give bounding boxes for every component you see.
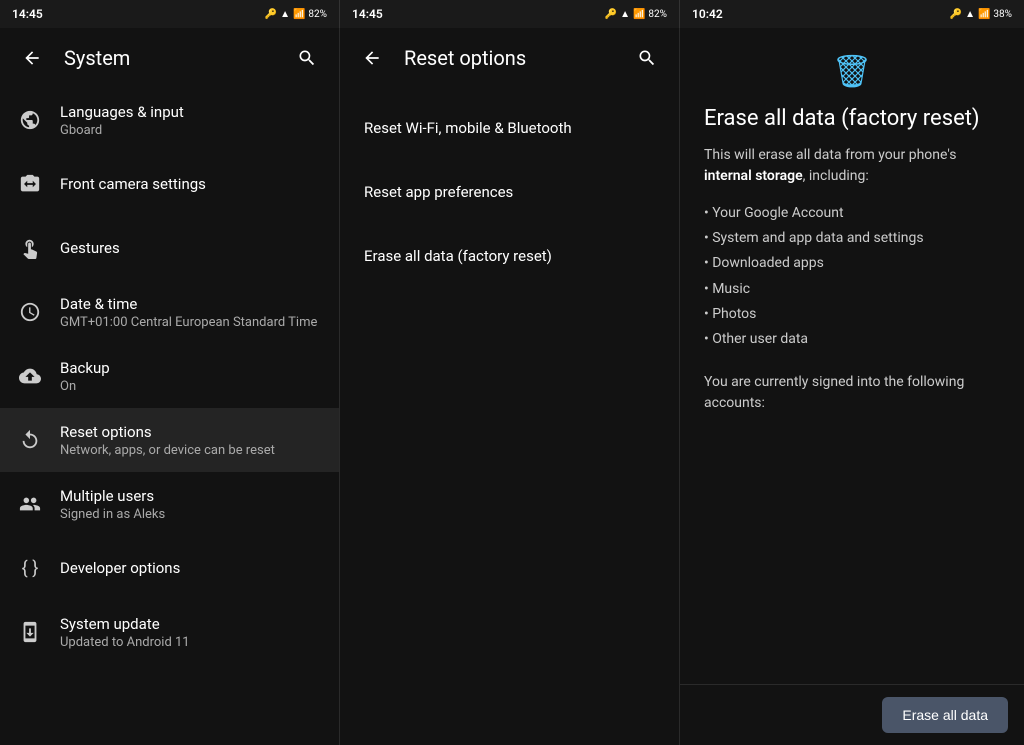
- camera-front-icon: [16, 170, 44, 198]
- system-update-title: System update: [60, 615, 190, 633]
- settings-list: Languages & input Gboard Front camera se…: [0, 88, 339, 745]
- wifi-icon-2: ▲: [620, 9, 630, 20]
- languages-title: Languages & input: [60, 103, 184, 121]
- clock-icon: [16, 298, 44, 326]
- erase-list-items: • Your Google Account • System and app d…: [704, 201, 1000, 352]
- erase-accounts-text: You are currently signed into the follow…: [704, 372, 1000, 414]
- multiple-users-subtitle: Signed in as Aleks: [60, 507, 165, 522]
- users-icon: [16, 490, 44, 518]
- sidebar-item-developer[interactable]: { } Developer options: [0, 536, 339, 600]
- reset-search-button[interactable]: [631, 42, 663, 74]
- erase-list-item-4: • Music: [704, 277, 1000, 302]
- sidebar-item-multiple-users[interactable]: Multiple users Signed in as Aleks: [0, 472, 339, 536]
- battery-text-1: 82%: [308, 9, 327, 20]
- sidebar-item-reset-options[interactable]: Reset options Network, apps, or device c…: [0, 408, 339, 472]
- sidebar-item-front-camera[interactable]: Front camera settings: [0, 152, 339, 216]
- factory-reset-label: Erase all data (factory reset): [364, 247, 552, 265]
- sidebar-item-gestures[interactable]: Gestures: [0, 216, 339, 280]
- front-camera-title: Front camera settings: [60, 175, 206, 193]
- main-content: System Languages & input Gboard: [0, 28, 1024, 745]
- system-title: System: [64, 46, 275, 70]
- sidebar-item-backup[interactable]: Backup On: [0, 344, 339, 408]
- factory-reset-item[interactable]: Erase all data (factory reset): [340, 224, 679, 288]
- battery-text-3: 38%: [993, 9, 1012, 20]
- status-icons-3: 🔑 ▲ 📶 38%: [950, 9, 1012, 20]
- developer-title: Developer options: [60, 559, 180, 577]
- date-time-subtitle: GMT+01:00 Central European Standard Time: [60, 315, 317, 330]
- system-update-icon: [16, 618, 44, 646]
- signal-icon-2: 📶: [633, 9, 645, 20]
- backup-subtitle: On: [60, 379, 110, 394]
- time-1: 14:45: [12, 7, 43, 21]
- panel-system: System Languages & input Gboard: [0, 28, 340, 745]
- languages-subtitle: Gboard: [60, 123, 184, 138]
- sidebar-item-system-update[interactable]: System update Updated to Android 11: [0, 600, 339, 664]
- erase-list-item-5: • Photos: [704, 302, 1000, 327]
- reset-app-prefs-label: Reset app preferences: [364, 183, 513, 201]
- erase-list-item-1: • Your Google Account: [704, 201, 1000, 226]
- erase-all-data-button[interactable]: Erase all data: [882, 697, 1008, 733]
- erase-list-item-6: • Other user data: [704, 327, 1000, 352]
- reset-wifi-label: Reset Wi-Fi, mobile & Bluetooth: [364, 119, 572, 137]
- reset-options-title: Reset options: [60, 423, 275, 441]
- erase-desc-post: , including:: [803, 168, 869, 184]
- gestures-title: Gestures: [60, 239, 120, 257]
- status-panel-1: 14:45 🔑 ▲ 📶 82%: [0, 0, 340, 28]
- trash-icon: 🗑: [832, 52, 873, 90]
- erase-title: Erase all data (factory reset): [704, 106, 1000, 131]
- system-header: System: [0, 28, 339, 88]
- reset-options-subtitle: Network, apps, or device can be reset: [60, 443, 275, 458]
- time-3: 10:42: [692, 7, 723, 21]
- reset-icon: [16, 426, 44, 454]
- date-time-title: Date & time: [60, 295, 317, 313]
- wifi-icon-3: ▲: [965, 9, 975, 20]
- system-search-button[interactable]: [291, 42, 323, 74]
- key-icon-2: 🔑: [605, 9, 617, 20]
- key-icon-1: 🔑: [265, 9, 277, 20]
- erase-content: 🗑 Erase all data (factory reset) This wi…: [680, 28, 1024, 684]
- status-icons-1: 🔑 ▲ 📶 82%: [265, 9, 327, 20]
- wifi-icon-1: ▲: [280, 9, 290, 20]
- reset-back-button[interactable]: [356, 42, 388, 74]
- battery-text-2: 82%: [648, 9, 667, 20]
- erase-footer: Erase all data: [680, 684, 1024, 745]
- erase-desc-bold: internal storage: [704, 168, 803, 184]
- status-panel-2: 14:45 🔑 ▲ 📶 82%: [340, 0, 680, 28]
- reset-list: Reset Wi-Fi, mobile & Bluetooth Reset ap…: [340, 88, 679, 288]
- reset-app-prefs-item[interactable]: Reset app preferences: [340, 160, 679, 224]
- gestures-icon: [16, 234, 44, 262]
- reset-title: Reset options: [404, 46, 615, 70]
- time-2: 14:45: [352, 7, 383, 21]
- developer-icon: { }: [16, 554, 44, 582]
- erase-list-item-2: • System and app data and settings: [704, 226, 1000, 251]
- key-icon-3: 🔑: [950, 9, 962, 20]
- system-update-subtitle: Updated to Android 11: [60, 635, 190, 650]
- erase-list-item-3: • Downloaded apps: [704, 251, 1000, 276]
- signal-icon-1: 📶: [293, 9, 305, 20]
- status-icons-2: 🔑 ▲ 📶 82%: [605, 9, 667, 20]
- globe-icon: [16, 106, 44, 134]
- panel-reset: Reset options Reset Wi-Fi, mobile & Blue…: [340, 28, 680, 745]
- erase-desc-pre: This will erase all data from your phone…: [704, 147, 956, 163]
- backup-icon: [16, 362, 44, 390]
- multiple-users-title: Multiple users: [60, 487, 165, 505]
- status-bar: 14:45 🔑 ▲ 📶 82% 14:45 🔑 ▲ 📶 82% 10:42 🔑 …: [0, 0, 1024, 28]
- status-panel-3: 10:42 🔑 ▲ 📶 38%: [680, 0, 1024, 28]
- reset-wifi-item[interactable]: Reset Wi-Fi, mobile & Bluetooth: [340, 96, 679, 160]
- erase-description: This will erase all data from your phone…: [704, 145, 1000, 187]
- sidebar-item-languages[interactable]: Languages & input Gboard: [0, 88, 339, 152]
- sidebar-item-date-time[interactable]: Date & time GMT+01:00 Central European S…: [0, 280, 339, 344]
- backup-title: Backup: [60, 359, 110, 377]
- system-back-button[interactable]: [16, 42, 48, 74]
- signal-icon-3: 📶: [978, 9, 990, 20]
- panel-erase: 🗑 Erase all data (factory reset) This wi…: [680, 28, 1024, 745]
- reset-header: Reset options: [340, 28, 679, 88]
